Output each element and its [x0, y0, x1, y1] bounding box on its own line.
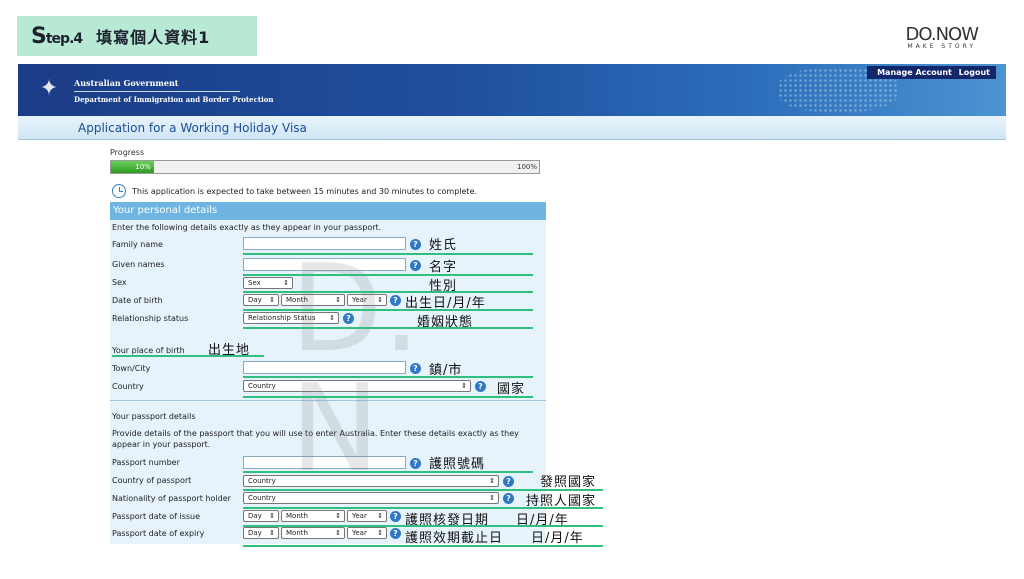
logout-link[interactable]: Logout [959, 68, 990, 77]
help-icon[interactable]: ? [410, 239, 421, 250]
manage-account-link[interactable]: Manage Account [877, 68, 952, 77]
passport-number-input[interactable] [243, 456, 406, 469]
logo-main: DO.NOW [905, 24, 979, 45]
issue-date-label: Passport date of issue [112, 512, 201, 521]
annotation-underline [243, 471, 533, 473]
logo-sub: MAKE STORY [907, 43, 977, 50]
annotation-underline [243, 309, 533, 311]
dob-year-select[interactable]: Year ⇕ [347, 294, 387, 306]
expiry-day-select[interactable]: Day ⇕ [243, 527, 279, 539]
donow-logo: DO.NOW MAKE STORY [905, 24, 979, 50]
help-icon[interactable]: ? [390, 511, 401, 522]
gov-header: ✦ Australian Government Department of Im… [18, 64, 1006, 116]
annotation-issuing-country: 發照國家 [540, 475, 597, 490]
help-icon[interactable]: ? [390, 528, 401, 539]
family-name-label: Family name [112, 240, 163, 249]
birth-heading: Your place of birth [112, 346, 185, 355]
gov-line-2: Department of Immigration and Border Pro… [74, 95, 274, 104]
annotation-passport-number: 護照號碼 [429, 457, 486, 472]
annotation-underline [243, 327, 533, 329]
clock-icon [112, 184, 126, 198]
annotation-family-name: 姓氏 [429, 238, 458, 253]
annotation-underline [243, 291, 533, 293]
annotation-given-names: 名字 [429, 260, 458, 275]
step-label: Step.4 [31, 23, 83, 49]
section-divider [110, 400, 546, 401]
relationship-select[interactable]: Relationship Status ⇕ [243, 312, 339, 324]
sex-select[interactable]: Sex ⇕ [243, 277, 293, 289]
issue-month-select[interactable]: Month ⇕ [281, 510, 345, 522]
help-icon[interactable]: ? [503, 493, 514, 504]
personal-intro: Enter the following details exactly as t… [112, 223, 382, 232]
step-banner: Step.4 填寫個人資料1 [17, 16, 257, 56]
passport-country-label: Country of passport [112, 476, 192, 485]
issue-year-select[interactable]: Year ⇕ [347, 510, 387, 522]
gov-title: Australian Government Department of Immi… [74, 78, 274, 104]
progress-end-label: 100% [516, 163, 537, 171]
annotation-underline [243, 545, 603, 547]
nationality-label: Nationality of passport holder [112, 494, 231, 503]
progress-label: Progress [110, 148, 145, 157]
application-bar: Application for a Working Holiday Visa [18, 116, 1006, 140]
expiry-date-label: Passport date of expiry [112, 529, 205, 538]
annotation-date-expiry-format: 日/月/年 [531, 531, 584, 546]
town-label: Town/City [112, 364, 151, 373]
progress-fill: 10% [111, 161, 154, 173]
help-icon[interactable]: ? [343, 313, 354, 324]
birth-country-select[interactable]: Country ⇕ [243, 380, 471, 392]
relationship-label: Relationship status [112, 314, 189, 323]
birth-country-label: Country [112, 382, 144, 391]
help-icon[interactable]: ? [390, 295, 401, 306]
annotation-underline [243, 253, 533, 255]
expiry-year-select[interactable]: Year ⇕ [347, 527, 387, 539]
account-links: Manage Account Logout [867, 66, 996, 79]
given-names-label: Given names [112, 260, 165, 269]
passport-heading: Your passport details [112, 412, 196, 421]
annotation-date-expiry: 護照效期截止日 [405, 531, 504, 546]
family-name-input[interactable] [243, 237, 406, 250]
annotation-underline [243, 376, 533, 378]
application-title: Application for a Working Holiday Visa [78, 121, 307, 135]
annotation-country: 國家 [497, 382, 526, 397]
time-note: This application is expected to take bet… [112, 184, 477, 198]
town-input[interactable] [243, 361, 406, 374]
given-names-input[interactable] [243, 258, 406, 271]
annotation-underline [112, 355, 264, 357]
passport-number-label: Passport number [112, 458, 180, 467]
time-note-text: This application is expected to take bet… [132, 186, 478, 196]
help-icon[interactable]: ? [503, 476, 514, 487]
sex-label: Sex [112, 278, 127, 287]
dob-month-select[interactable]: Month ⇕ [281, 294, 345, 306]
gov-line-1: Australian Government [74, 78, 240, 92]
nationality-select[interactable]: Country ⇕ [243, 492, 499, 504]
coat-of-arms-icon: ✦ [39, 76, 59, 101]
help-icon[interactable]: ? [410, 458, 421, 469]
dob-label: Date of birth [112, 296, 163, 305]
issue-day-select[interactable]: Day ⇕ [243, 510, 279, 522]
progress-bar: 10% 100% [110, 160, 540, 174]
help-icon[interactable]: ? [475, 381, 486, 392]
passport-country-select[interactable]: Country ⇕ [243, 475, 499, 487]
expiry-month-select[interactable]: Month ⇕ [281, 527, 345, 539]
annotation-underline [243, 396, 533, 398]
dob-day-select[interactable]: Day ⇕ [243, 294, 279, 306]
personal-details-heading: Your personal details [110, 202, 546, 220]
step-title: 填寫個人資料1 [96, 28, 211, 47]
passport-intro: Provide details of the passport that you… [112, 429, 519, 449]
help-icon[interactable]: ? [410, 260, 421, 271]
annotation-underline [243, 274, 533, 276]
help-icon[interactable]: ? [410, 363, 421, 374]
